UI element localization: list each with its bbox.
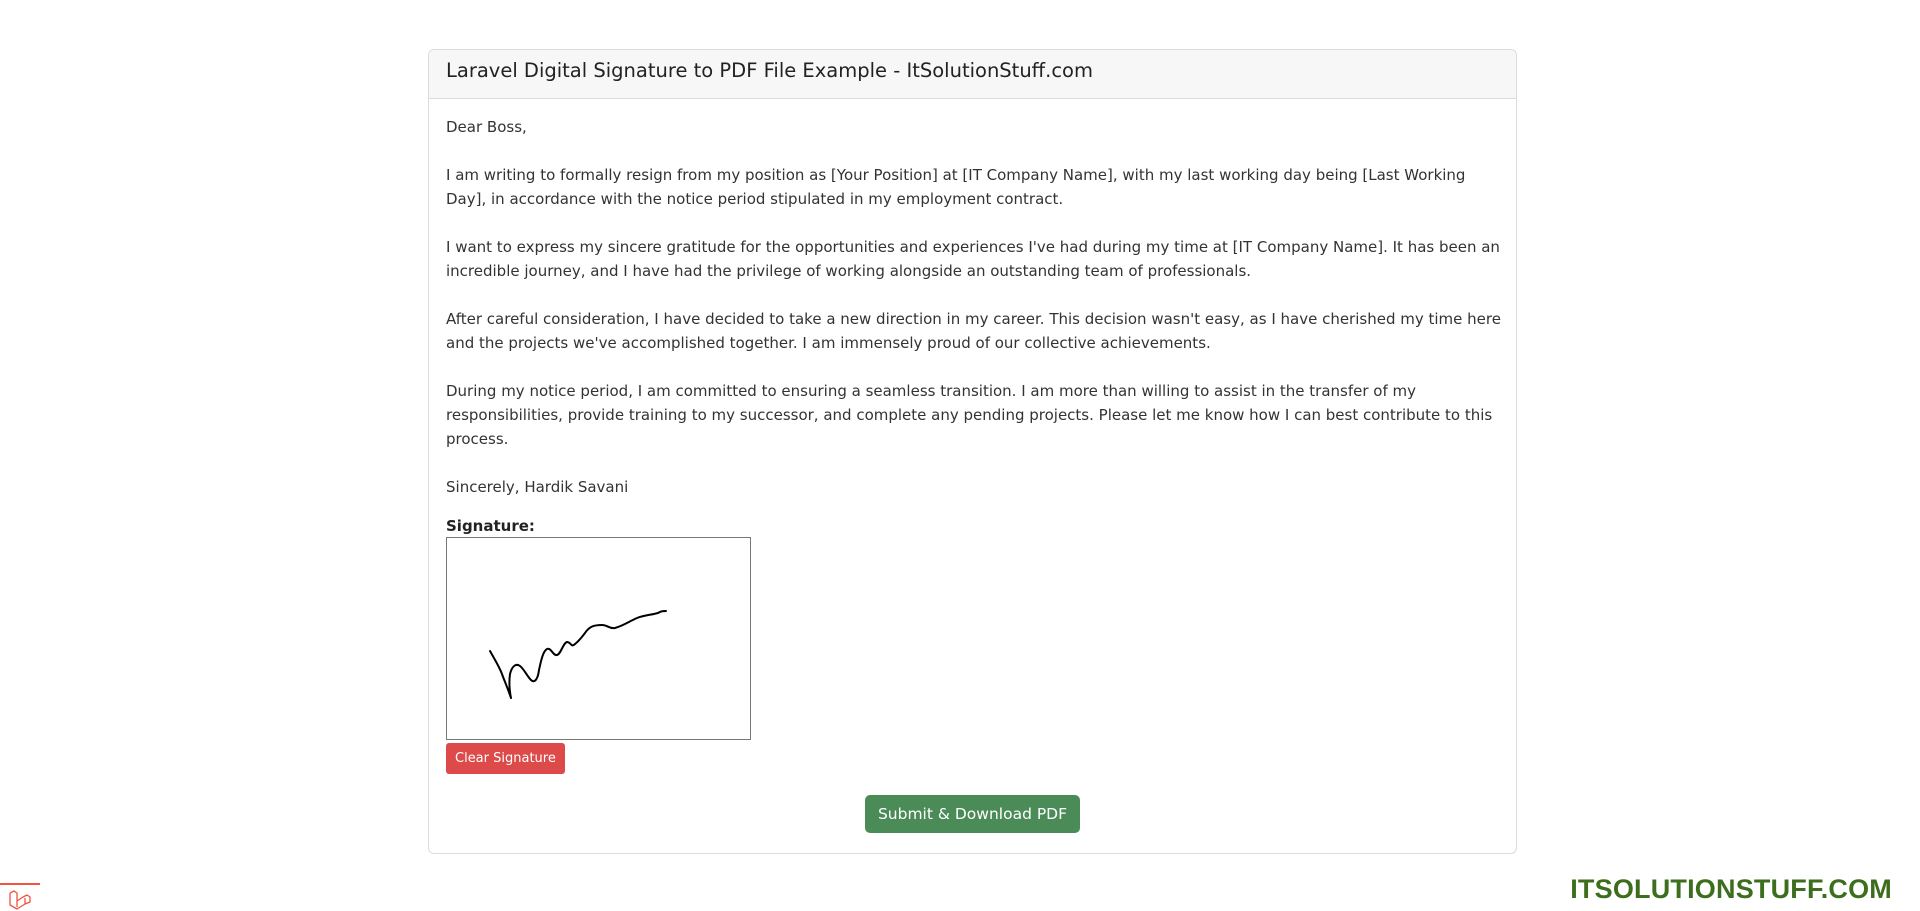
signature-form-card: Laravel Digital Signature to PDF File Ex… [428, 49, 1517, 854]
letter-paragraph: I want to express my sincere gratitude f… [446, 238, 1500, 280]
laravel-icon[interactable] [0, 883, 40, 910]
letter-paragraph: During my notice period, I am committed … [446, 382, 1493, 448]
card-body: Dear Boss, I am writing to formally resi… [429, 99, 1516, 833]
signature-pad[interactable] [446, 537, 751, 740]
letter-paragraph: After careful consideration, I have deci… [446, 310, 1501, 352]
clear-signature-button[interactable]: Clear Signature [446, 743, 565, 774]
signature-label: Signature: [446, 517, 535, 535]
letter-closing: Sincerely, Hardik Savani [446, 478, 629, 496]
brand-watermark: ITSOLUTIONSTUFF.COM [1570, 874, 1892, 904]
letter-paragraph: I am writing to formally resign from my … [446, 166, 1466, 208]
submit-download-pdf-button[interactable]: Submit & Download PDF [864, 795, 1081, 833]
letter-greeting: Dear Boss, [446, 118, 527, 136]
card-title: Laravel Digital Signature to PDF File Ex… [429, 50, 1516, 99]
signature-stroke [489, 610, 667, 699]
submit-wrapper: Submit & Download PDF [446, 795, 1499, 833]
